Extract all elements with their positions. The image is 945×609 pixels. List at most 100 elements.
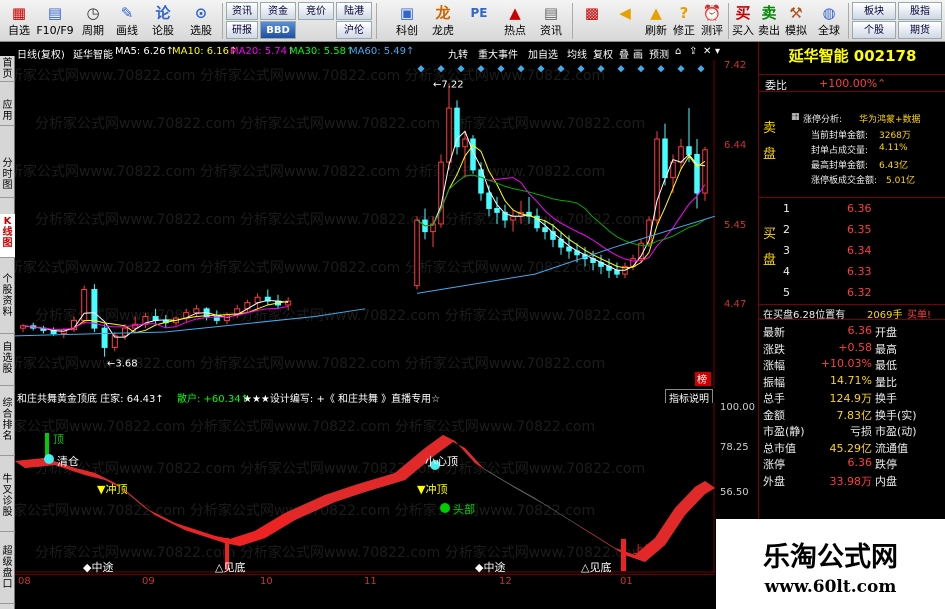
toolbar-sim[interactable]: ⚒ 模拟 (782, 2, 810, 40)
indicator-header: 和庄共舞黄金顶底 庄家: 64.43↑ 散户: +60.34↑ ★★★设计编写:… (15, 389, 715, 406)
candle-body (454, 107, 460, 148)
toolbar-separator (848, 3, 849, 39)
candle-body (678, 146, 684, 163)
btn-bbd[interactable]: BBD (260, 21, 296, 39)
x-axis: 08 09 10 11 12 01 (15, 574, 715, 588)
expand-arrow-icon[interactable]: ⌃ (877, 77, 886, 90)
bid-level: 5 (783, 286, 790, 299)
btn-zijin[interactable]: 资金 (260, 2, 296, 20)
lock-icon[interactable]: ⌂ (675, 46, 681, 57)
btn-add-watch[interactable]: 加自选 (528, 46, 558, 61)
candle-body (614, 269, 620, 275)
btn-qihuo[interactable]: 期货 (898, 21, 942, 39)
divider (759, 197, 945, 198)
toolbar-sell[interactable]: 卖 卖出 (756, 2, 782, 40)
indicator-signal-label: △见底 (581, 560, 611, 573)
stat-key: 最低 (875, 359, 897, 372)
toolbar-buy[interactable]: 买 买入 (730, 2, 756, 40)
tab-ranking[interactable]: 综合排名 (0, 396, 15, 456)
stat-value: 6.36 (847, 456, 873, 469)
btn-adjust[interactable]: 复权 (593, 46, 613, 61)
tab-home[interactable]: 首页 (0, 56, 15, 82)
btn-jiuzhuan[interactable]: 九转 (448, 46, 468, 61)
toolbar-back[interactable]: ◀ (610, 2, 640, 40)
toolbar-refresh[interactable]: ▲ 刷新 (642, 2, 670, 40)
toolbar-test[interactable]: ⏰ 测评 (698, 2, 726, 40)
stat-key: 振幅 (763, 375, 785, 389)
tab-super-panel[interactable]: 超级盘口 (0, 544, 15, 604)
chevron-down-icon[interactable]: ▾ (715, 46, 720, 57)
buy-icon: 买 (735, 4, 751, 22)
x-tick: 10 (260, 576, 273, 587)
btn-zixun[interactable]: 资讯 (226, 2, 258, 20)
layout-icon: ▩ (584, 4, 600, 22)
btn-yanbao[interactable]: 研报 (226, 21, 258, 39)
signal-dot (440, 503, 450, 513)
indicator-tick: 100.00 (720, 402, 755, 413)
bg-watermark: 分析家公式网www.70822.com 分析家公式网www.70822.com … (15, 355, 605, 372)
toolbar-draw[interactable]: ✎ 画线 (112, 2, 142, 40)
btn-hulun[interactable]: 沪伦 (336, 21, 372, 39)
toolbar-kechuang[interactable]: ▣ 科创 (392, 2, 422, 40)
btn-guzhi[interactable]: 股指 (898, 2, 942, 20)
btn-jingjia[interactable]: 竞价 (298, 2, 334, 20)
bid-level: 4 (783, 265, 790, 278)
btn-gegu[interactable]: 个股 (852, 21, 896, 39)
stat-key: 量比 (875, 375, 897, 389)
toolbar-fix[interactable]: ? 修正 (670, 2, 698, 40)
tab-diagnose[interactable]: 牛叉诊股 (0, 472, 15, 532)
indicator-signal-label: 头部 (453, 502, 475, 516)
tab-apps[interactable]: 应用 (0, 98, 15, 126)
toolbar-pe[interactable]: PE (464, 2, 494, 40)
toolbar-separator (222, 3, 223, 39)
stock-title: 延华智能 002178 (759, 45, 945, 67)
toolbar-period[interactable]: ◷ 周期 (78, 2, 108, 40)
indicator-signal-label: 顶 (53, 433, 64, 446)
toolbar-hotspot[interactable]: ▲ 热点 (500, 2, 530, 40)
btn-events[interactable]: 重大事件 (478, 46, 518, 61)
toolbar-xuangu[interactable]: ⊙ 选股 (184, 2, 218, 40)
stat-value: 亏损 (850, 425, 872, 438)
toolbar-layout[interactable]: ▩ (578, 2, 606, 40)
candle-body (694, 153, 700, 194)
btn-lugang[interactable]: 陆港 (336, 2, 372, 20)
x-tick: 11 (364, 576, 377, 587)
zixuan-icon: ▦ (11, 4, 27, 22)
toolbar-longhu[interactable]: 龙 龙虎 (428, 2, 458, 40)
btn-predict[interactable]: 预测 (649, 46, 669, 61)
indicator-signal-label: ◆中途 (83, 560, 113, 573)
close-icon[interactable]: ✕ (703, 46, 711, 57)
kline-chart[interactable]: 分析家公式网www.70822.com 分析家公式网www.70822.com … (15, 60, 715, 388)
btn-ma[interactable]: 均线 (567, 46, 587, 61)
btn-bankuai[interactable]: 板块 (852, 2, 896, 20)
tab-watchlist[interactable]: 自选股 (0, 340, 15, 386)
btn-overlay[interactable]: 叠 (619, 46, 629, 61)
sell-icon: 卖 (761, 4, 777, 22)
stat-key: 总手 (763, 392, 785, 405)
btn-draw[interactable]: 画 (633, 46, 643, 61)
candle-body (542, 227, 548, 233)
tab-timeshare[interactable]: 分时图 (0, 156, 15, 198)
candle-body (662, 138, 668, 179)
toolbar-global[interactable]: ◍ 全球 (814, 2, 844, 40)
toolbar-separator (728, 3, 729, 39)
bg-watermark: 分析家公式网www.70822.com 分析家公式网www.70822.com … (35, 460, 645, 477)
ma10-label: MA10: 6.16↑ (172, 46, 238, 57)
stat-key: 外盘 (763, 474, 785, 488)
bid-level: 2 (783, 223, 790, 236)
toolbar-news[interactable]: ▤ 资讯 (536, 2, 566, 40)
ma20-label: MA20: 5.74↑ (230, 46, 296, 57)
bg-watermark: 分析家公式网www.70822.com 分析家公式网www.70822.com … (15, 259, 605, 276)
tab-stock-info[interactable]: 个股资料 (0, 272, 15, 334)
stat-key: 总市值 (763, 441, 796, 455)
toolbar-f10[interactable]: ▤ F10/F9 (36, 2, 74, 40)
toolbar-zixuan[interactable]: ▦ 自选 (4, 2, 34, 40)
news-icon: ▤ (543, 4, 559, 22)
indicator-chart[interactable]: 分析家公式网www.70822.com 分析家公式网www.70822.com … (15, 403, 715, 573)
toolbar-lungu[interactable]: 论 论股 (148, 2, 178, 40)
x-tick: 09 (142, 576, 155, 587)
share-icon[interactable]: ⇪ (689, 46, 697, 57)
indicator-signal-label: ▼冲顶 (417, 482, 447, 496)
tab-kline[interactable]: K线图 (0, 214, 15, 258)
kline-header: 日线(复权) 延华智能 MA5: 6.26↑ MA10: 6.16↑ MA20:… (15, 45, 720, 61)
